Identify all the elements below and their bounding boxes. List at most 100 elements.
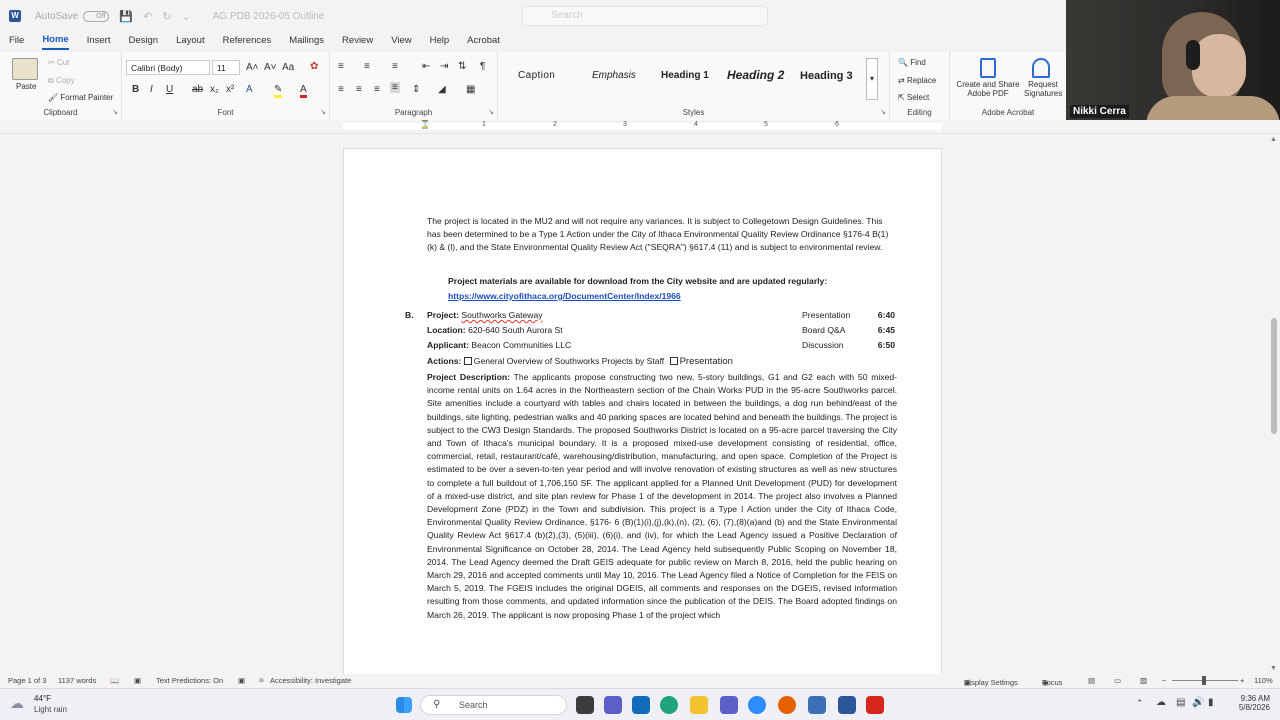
- format-painter-button[interactable]: 🖌 Format Painter: [48, 93, 113, 102]
- text-predictions-status[interactable]: Text Predictions: On: [156, 676, 223, 685]
- paste-icon[interactable]: [12, 58, 38, 80]
- style-caption[interactable]: Caption: [518, 70, 555, 90]
- scroll-down-icon[interactable]: ▼: [1270, 665, 1277, 672]
- network-icon[interactable]: ▤: [1176, 697, 1185, 708]
- redo-icon[interactable]: ↻: [162, 10, 171, 23]
- customize-qat-icon[interactable]: ⌄: [182, 10, 191, 23]
- document-page[interactable]: The project is located in the MU2 and wi…: [343, 148, 942, 674]
- grow-font-icon[interactable]: A˄: [246, 62, 259, 73]
- materials-link[interactable]: https://www.cityofithaca.org/DocumentCen…: [448, 290, 918, 303]
- battery-icon[interactable]: ▮: [1208, 697, 1214, 708]
- find-button[interactable]: 🔍 Find: [898, 58, 926, 67]
- zoom-in-icon[interactable]: +: [1240, 676, 1244, 685]
- cut-button[interactable]: ✂ Cut: [48, 58, 69, 67]
- tab-references[interactable]: References: [223, 35, 272, 49]
- tray-app-icon[interactable]: ☁: [1156, 697, 1166, 708]
- tray-overflow-icon[interactable]: ⌃: [1136, 698, 1144, 709]
- teams-icon[interactable]: [604, 696, 622, 714]
- tab-insert[interactable]: Insert: [87, 35, 111, 49]
- clock[interactable]: 9:36 AM 5/8/2026: [1222, 694, 1270, 712]
- sort-icon[interactable]: ⇅: [458, 61, 466, 72]
- tab-home[interactable]: Home: [42, 34, 69, 50]
- multilevel-list-icon[interactable]: ≡: [392, 61, 398, 72]
- app-icon[interactable]: [720, 696, 738, 714]
- task-view-icon[interactable]: [576, 696, 594, 714]
- style-heading-1[interactable]: Heading 1: [661, 70, 709, 90]
- paragraph-launcher-icon[interactable]: ↘: [488, 108, 494, 116]
- tab-view[interactable]: View: [391, 35, 411, 49]
- video-thumbnail[interactable]: Nikki Cerra: [1066, 0, 1280, 120]
- horizontal-ruler[interactable]: ⌛ 1 2 3 4 5 6: [0, 120, 1280, 134]
- tab-review[interactable]: Review: [342, 35, 373, 49]
- decrease-indent-icon[interactable]: ⇤: [422, 61, 430, 72]
- create-pdf-icon[interactable]: [980, 58, 996, 78]
- bold-icon[interactable]: B: [132, 84, 139, 95]
- create-share-pdf-button[interactable]: Create and Share Adobe PDF: [956, 80, 1020, 98]
- line-spacing-icon[interactable]: ⇕: [412, 84, 420, 95]
- autosave-toggle[interactable]: Off: [83, 10, 110, 22]
- search-box[interactable]: Search: [522, 6, 768, 26]
- weather-icon[interactable]: ☁: [10, 695, 30, 715]
- request-signatures-button[interactable]: Request Signatures: [1024, 80, 1062, 98]
- bullets-icon[interactable]: ≡: [338, 61, 344, 72]
- shading-icon[interactable]: ◢: [438, 84, 446, 95]
- tab-design[interactable]: Design: [128, 35, 158, 49]
- tab-mailings[interactable]: Mailings: [289, 35, 324, 49]
- select-button[interactable]: ⇱ Select: [898, 93, 929, 102]
- vertical-scrollbar[interactable]: ▲ ▼: [1268, 134, 1280, 674]
- align-center-icon[interactable]: ≡: [356, 84, 362, 95]
- clear-formatting-icon[interactable]: ✿: [310, 61, 318, 72]
- firefox-icon[interactable]: [778, 696, 796, 714]
- shrink-font-icon[interactable]: A˅: [264, 62, 277, 73]
- justify-icon[interactable]: ≡: [390, 82, 400, 93]
- numbering-icon[interactable]: ≡: [364, 61, 370, 72]
- start-icon[interactable]: [396, 697, 412, 713]
- align-right-icon[interactable]: ≡: [374, 84, 380, 95]
- file-explorer-icon[interactable]: [690, 696, 708, 714]
- intro-paragraph[interactable]: The project is located in the MU2 and wi…: [427, 215, 897, 255]
- show-marks-icon[interactable]: ¶: [480, 61, 485, 72]
- style-heading-3[interactable]: Heading 3: [800, 70, 853, 90]
- increase-indent-icon[interactable]: ⇥: [440, 61, 448, 72]
- clipboard-launcher-icon[interactable]: ↘: [112, 108, 118, 116]
- undo-icon[interactable]: ↶: [143, 10, 152, 23]
- indent-marker-icon[interactable]: ⌛: [420, 120, 430, 129]
- italic-icon[interactable]: I: [150, 84, 153, 95]
- read-mode-icon[interactable]: ▤: [1088, 676, 1095, 685]
- web-layout-icon[interactable]: ▧: [1140, 676, 1147, 685]
- macro-icon[interactable]: ▣: [238, 676, 245, 685]
- underline-icon[interactable]: U: [166, 84, 173, 95]
- tab-layout[interactable]: Layout: [176, 35, 205, 49]
- font-size-select[interactable]: 11: [212, 60, 240, 75]
- acrobat-taskbar-icon[interactable]: [866, 696, 884, 714]
- page-count[interactable]: Page 1 of 3: [8, 676, 46, 685]
- document-canvas[interactable]: The project is located in the MU2 and wi…: [0, 134, 1268, 674]
- font-name-select[interactable]: Calibri (Body): [126, 60, 210, 75]
- font-launcher-icon[interactable]: ↘: [320, 108, 326, 116]
- superscript-icon[interactable]: x²: [226, 84, 234, 95]
- outlook-icon[interactable]: [632, 696, 650, 714]
- align-left-icon[interactable]: ≡: [338, 84, 344, 95]
- weather-temp[interactable]: 44°F: [34, 694, 51, 703]
- text-effects-icon[interactable]: A: [246, 84, 253, 95]
- replace-button[interactable]: ⇄ Replace: [898, 76, 936, 85]
- strikethrough-icon[interactable]: ab: [192, 84, 203, 95]
- zoom-slider-thumb[interactable]: [1202, 676, 1206, 685]
- zoom-level[interactable]: 110%: [1254, 676, 1273, 685]
- scroll-thumb[interactable]: [1271, 318, 1277, 434]
- tab-acrobat[interactable]: Acrobat: [467, 35, 500, 49]
- paste-button[interactable]: Paste: [16, 82, 36, 91]
- accessibility-status[interactable]: Accessibility: Investigate: [270, 676, 351, 685]
- font-color-icon[interactable]: A: [300, 84, 307, 98]
- save-icon[interactable]: 💾: [119, 10, 133, 23]
- zoom-app-icon[interactable]: [748, 696, 766, 714]
- print-layout-icon[interactable]: ▭: [1114, 676, 1121, 685]
- scroll-up-icon[interactable]: ▲: [1270, 136, 1277, 143]
- word-taskbar-icon[interactable]: [838, 696, 856, 714]
- style-emphasis[interactable]: Emphasis: [592, 70, 636, 90]
- style-heading-2[interactable]: Heading 2: [727, 68, 784, 88]
- project-description[interactable]: Project Description: The applicants prop…: [427, 371, 897, 622]
- tab-file[interactable]: File: [9, 35, 24, 49]
- weather-desc[interactable]: Light rain: [34, 705, 67, 714]
- highlight-icon[interactable]: ✎: [274, 84, 283, 98]
